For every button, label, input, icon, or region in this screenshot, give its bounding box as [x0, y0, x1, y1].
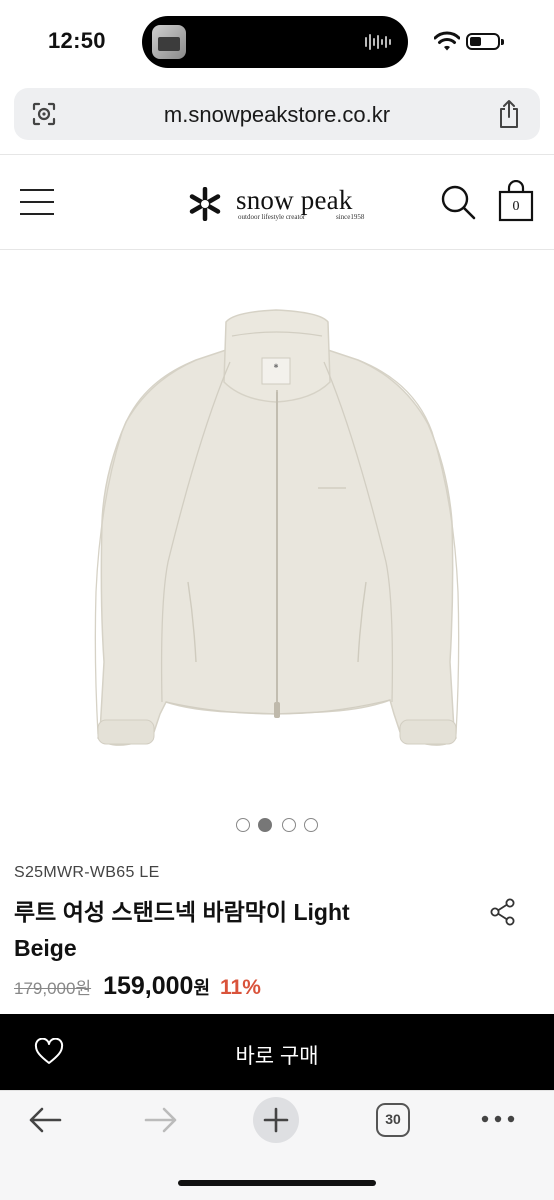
carousel-dot[interactable]	[236, 818, 250, 832]
brand-since: since1958	[336, 213, 365, 221]
status-bar: 12:50	[0, 0, 554, 84]
price-row: 179,000원 159,000 원 11%	[14, 972, 261, 1006]
product-share-icon[interactable]	[490, 898, 516, 926]
address-bar[interactable]: m.snowpeakstore.co.kr	[14, 88, 540, 140]
buy-bar: 바로 구매	[0, 1014, 554, 1090]
sale-price-currency: 원	[193, 978, 211, 998]
search-icon[interactable]	[440, 184, 476, 220]
sale-price: 159,000	[103, 972, 194, 1000]
svg-text:✱: ✱	[273, 363, 278, 370]
brand-tagline: outdoor lifestyle creator	[238, 213, 306, 221]
product-code: S25MWR-WB65 LE	[14, 864, 160, 881]
plus-icon	[263, 1107, 289, 1133]
url-text[interactable]: m.snowpeakstore.co.kr	[14, 102, 540, 128]
new-tab-button[interactable]	[253, 1097, 299, 1143]
product-image[interactable]: ✱	[0, 262, 554, 802]
cart-count: 0	[512, 199, 520, 214]
tabs-icon[interactable]: 30	[376, 1103, 410, 1137]
more-icon[interactable]	[480, 1113, 516, 1125]
carousel-dot[interactable]	[282, 818, 296, 832]
menu-icon[interactable]	[20, 187, 54, 217]
carousel-dot[interactable]	[304, 818, 318, 832]
snowflake-logo	[189, 187, 221, 221]
carousel-dot-active[interactable]	[258, 818, 272, 832]
buy-now-button[interactable]: 바로 구매	[0, 1040, 554, 1070]
dynamic-island[interactable]	[142, 16, 408, 68]
forward-arrow-icon[interactable]	[142, 1105, 180, 1135]
home-indicator	[178, 1180, 376, 1186]
discount-rate: 11%	[220, 976, 261, 999]
share-icon[interactable]	[496, 99, 522, 129]
wifi-icon	[434, 31, 460, 51]
audio-waveform-icon	[365, 34, 391, 50]
cart-button[interactable]: 0	[498, 180, 534, 222]
carousel-dots	[236, 818, 320, 834]
product-title: 루트 여성 스탠드넥 바람막이 Light Beige	[14, 899, 350, 961]
status-time: 12:50	[48, 28, 106, 53]
brand-logo[interactable]: snow peak outdoor lifestyle creator sinc…	[188, 185, 368, 225]
brand-name: snow peak	[236, 185, 353, 215]
battery-icon	[466, 33, 504, 50]
original-price: 179,000원	[14, 979, 92, 998]
back-arrow-icon[interactable]	[26, 1105, 64, 1135]
now-playing-thumbnail	[152, 25, 186, 59]
